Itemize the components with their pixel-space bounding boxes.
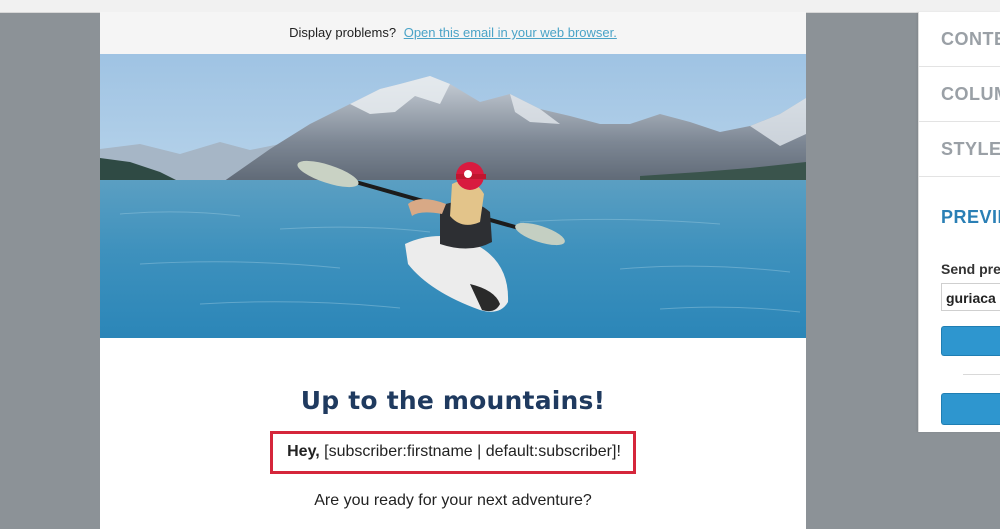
subscriber-shortcode: [subscriber:firstname | default:subscrib… bbox=[324, 443, 621, 460]
send-preview-label: Send pre bbox=[941, 261, 1000, 277]
email-headline: Up to the mountains! bbox=[300, 386, 606, 415]
send-preview-button[interactable] bbox=[941, 326, 1000, 356]
greeting-bold: Hey, bbox=[287, 443, 320, 460]
highlighted-greeting-box: Hey, [subscriber:firstname | default:sub… bbox=[270, 431, 636, 474]
email-preview-canvas: Display problems? Open this email in you… bbox=[100, 12, 806, 529]
tab-styles[interactable]: STYLES bbox=[919, 122, 1000, 177]
tab-content[interactable]: CONTE bbox=[919, 12, 1000, 67]
send-preview-email-field[interactable]: guriaca bbox=[941, 283, 1000, 311]
open-in-browser-link[interactable]: Open this email in your web browser. bbox=[404, 25, 617, 40]
sidebar-divider bbox=[963, 374, 1000, 375]
adventure-question: Are you ready for your next adventure? bbox=[314, 492, 592, 509]
tab-columns[interactable]: COLUM bbox=[919, 67, 1000, 122]
hero-image bbox=[100, 54, 806, 338]
tab-preview[interactable]: PREVIE bbox=[919, 177, 1000, 257]
display-problems-text: Display problems? bbox=[289, 25, 397, 40]
editor-sidebar: CONTE COLUM STYLES PREVIE Send pre guria… bbox=[918, 12, 1000, 432]
view-in-browser-button[interactable] bbox=[941, 393, 1000, 425]
display-problems-bar: Display problems? Open this email in you… bbox=[100, 12, 806, 54]
